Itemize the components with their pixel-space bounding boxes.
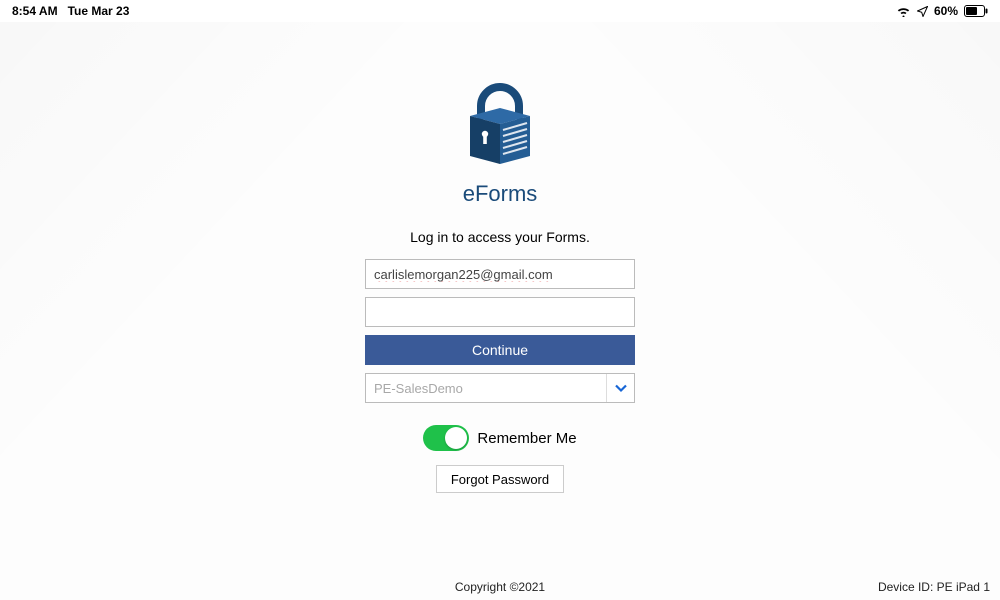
app-name: eForms	[463, 181, 538, 207]
continue-button[interactable]: Continue	[365, 335, 635, 365]
lock-box-icon	[459, 82, 541, 175]
login-content: eForms Log in to access your Forms. Cont…	[0, 22, 1000, 600]
battery-percent: 60%	[934, 4, 958, 18]
app-logo-block: eForms	[459, 82, 541, 207]
remember-me-toggle[interactable]	[423, 425, 469, 451]
status-date: Tue Mar 23	[68, 4, 130, 18]
status-time: 8:54 AM	[12, 4, 58, 18]
copyright-text: Copyright ©2021	[0, 580, 1000, 594]
remember-me-row: Remember Me	[423, 425, 576, 451]
location-icon	[917, 6, 928, 17]
status-left: 8:54 AM Tue Mar 23	[12, 4, 129, 18]
chevron-down-icon[interactable]	[606, 374, 634, 402]
remember-me-label: Remember Me	[477, 430, 576, 447]
org-select[interactable]: PE-SalesDemo	[365, 373, 635, 403]
forgot-password-button[interactable]: Forgot Password	[436, 465, 564, 493]
status-right: 60%	[896, 4, 988, 18]
device-id-text: Device ID: PE iPad 1	[878, 580, 990, 594]
battery-icon	[964, 5, 988, 17]
login-screen: eForms Log in to access your Forms. Cont…	[0, 22, 1000, 600]
ipad-status-bar: 8:54 AM Tue Mar 23 60%	[0, 0, 1000, 22]
login-form: Continue PE-SalesDemo	[365, 259, 635, 403]
wifi-icon	[896, 6, 911, 17]
org-select-value: PE-SalesDemo	[366, 374, 606, 402]
password-field[interactable]	[365, 297, 635, 327]
login-subtitle: Log in to access your Forms.	[410, 229, 590, 245]
email-field[interactable]	[365, 259, 635, 289]
